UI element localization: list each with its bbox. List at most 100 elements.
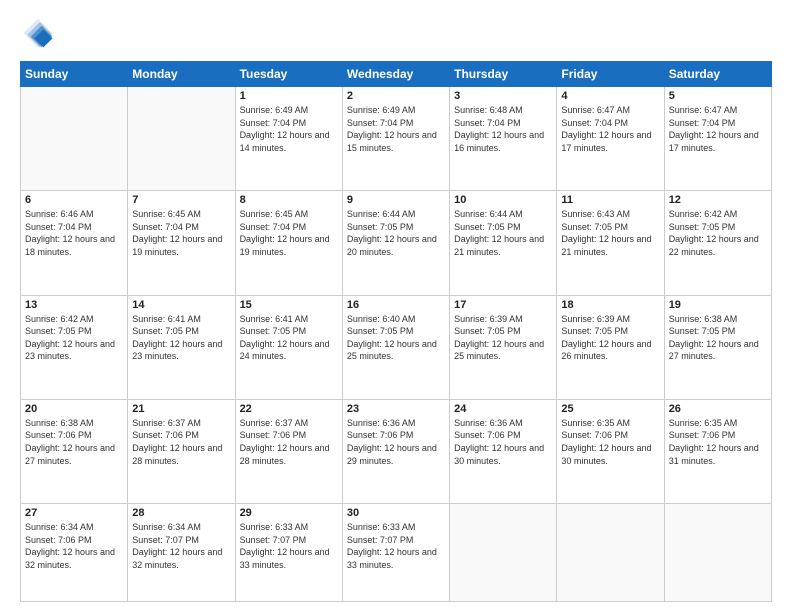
day-number: 28 (132, 507, 230, 519)
cell-details: Sunrise: 6:42 AM Sunset: 7:05 PM Dayligh… (25, 313, 123, 363)
calendar-week-1: 1 Sunrise: 6:49 AM Sunset: 7:04 PM Daylig… (21, 87, 772, 191)
calendar-cell: 3Sunrise: 6:48 AM Sunset: 7:04 PM Daylig… (450, 87, 557, 191)
calendar-cell: 28 Sunrise: 6:34 AM Sunset: 7:07 PM Dayli… (128, 504, 235, 602)
day-number: 9 (347, 194, 445, 206)
page: SundayMondayTuesdayWednesdayThursdayFrid… (0, 0, 792, 612)
cell-details: Sunrise: 6:41 AM Sunset: 7:05 PM Dayligh… (240, 313, 338, 363)
day-number: 25 (561, 403, 659, 415)
calendar-cell: 9 Sunrise: 6:44 AM Sunset: 7:05 PM Daylig… (342, 191, 449, 295)
day-number: 17 (454, 299, 552, 311)
day-number: 4 (561, 90, 659, 102)
calendar-week-4: 20 Sunrise: 6:38 AM Sunset: 7:06 PM Dayli… (21, 399, 772, 503)
cell-details: Sunrise: 6:39 AM Sunset: 7:05 PM Dayligh… (561, 313, 659, 363)
cell-details: Sunrise: 6:35 AM Sunset: 7:06 PM Dayligh… (669, 417, 767, 467)
cell-details: Sunrise: 6:36 AM Sunset: 7:06 PM Dayligh… (454, 417, 552, 467)
calendar-cell (450, 504, 557, 602)
cell-details: Sunrise: 6:44 AM Sunset: 7:05 PM Dayligh… (454, 208, 552, 258)
calendar-cell: 1 Sunrise: 6:49 AM Sunset: 7:04 PM Daylig… (235, 87, 342, 191)
cell-details: Sunrise: 6:43 AM Sunset: 7:05 PM Dayligh… (561, 208, 659, 258)
calendar-cell: 23 Sunrise: 6:36 AM Sunset: 7:06 PM Dayli… (342, 399, 449, 503)
logo (20, 15, 60, 51)
day-number: 19 (669, 299, 767, 311)
weekday-header-row: SundayMondayTuesdayWednesdayThursdayFrid… (21, 62, 772, 87)
calendar-table: SundayMondayTuesdayWednesdayThursdayFrid… (20, 61, 772, 602)
cell-details: Sunrise: 6:49 AM Sunset: 7:04 PM Dayligh… (240, 104, 338, 154)
cell-details: Sunrise: 6:37 AM Sunset: 7:06 PM Dayligh… (132, 417, 230, 467)
calendar-week-5: 27Sunrise: 6:34 AM Sunset: 7:06 PM Dayli… (21, 504, 772, 602)
calendar-cell (21, 87, 128, 191)
day-number: 23 (347, 403, 445, 415)
cell-details: Sunrise: 6:37 AM Sunset: 7:06 PM Dayligh… (240, 417, 338, 467)
cell-details: Sunrise: 6:46 AM Sunset: 7:04 PM Dayligh… (25, 208, 123, 258)
calendar-cell (557, 504, 664, 602)
calendar-cell: 26 Sunrise: 6:35 AM Sunset: 7:06 PM Dayli… (664, 399, 771, 503)
calendar-cell (664, 504, 771, 602)
day-number: 20 (25, 403, 123, 415)
calendar-cell: 18Sunrise: 6:39 AM Sunset: 7:05 PM Dayli… (557, 295, 664, 399)
cell-details: Sunrise: 6:41 AM Sunset: 7:05 PM Dayligh… (132, 313, 230, 363)
day-number: 5 (669, 90, 767, 102)
day-number: 30 (347, 507, 445, 519)
cell-details: Sunrise: 6:39 AM Sunset: 7:05 PM Dayligh… (454, 313, 552, 363)
calendar-cell: 2Sunrise: 6:49 AM Sunset: 7:04 PM Daylig… (342, 87, 449, 191)
calendar-body: 1 Sunrise: 6:49 AM Sunset: 7:04 PM Daylig… (21, 87, 772, 602)
day-number: 22 (240, 403, 338, 415)
calendar-cell: 10 Sunrise: 6:44 AM Sunset: 7:05 PM Dayli… (450, 191, 557, 295)
day-number: 14 (132, 299, 230, 311)
day-number: 2 (347, 90, 445, 102)
calendar-cell: 7Sunrise: 6:45 AM Sunset: 7:04 PM Daylig… (128, 191, 235, 295)
calendar-cell: 12 Sunrise: 6:42 AM Sunset: 7:05 PM Dayli… (664, 191, 771, 295)
cell-details: Sunrise: 6:34 AM Sunset: 7:07 PM Dayligh… (132, 521, 230, 571)
cell-details: Sunrise: 6:40 AM Sunset: 7:05 PM Dayligh… (347, 313, 445, 363)
cell-details: Sunrise: 6:36 AM Sunset: 7:06 PM Dayligh… (347, 417, 445, 467)
calendar-cell: 16 Sunrise: 6:40 AM Sunset: 7:05 PM Dayli… (342, 295, 449, 399)
cell-details: Sunrise: 6:42 AM Sunset: 7:05 PM Dayligh… (669, 208, 767, 258)
day-number: 29 (240, 507, 338, 519)
calendar-cell: 13 Sunrise: 6:42 AM Sunset: 7:05 PM Dayli… (21, 295, 128, 399)
cell-details: Sunrise: 6:44 AM Sunset: 7:05 PM Dayligh… (347, 208, 445, 258)
day-number: 13 (25, 299, 123, 311)
cell-details: Sunrise: 6:33 AM Sunset: 7:07 PM Dayligh… (240, 521, 338, 571)
calendar-cell: 22 Sunrise: 6:37 AM Sunset: 7:06 PM Dayli… (235, 399, 342, 503)
day-number: 8 (240, 194, 338, 206)
day-number: 12 (669, 194, 767, 206)
calendar-cell: 15 Sunrise: 6:41 AM Sunset: 7:05 PM Dayli… (235, 295, 342, 399)
calendar-cell: 21 Sunrise: 6:37 AM Sunset: 7:06 PM Dayli… (128, 399, 235, 503)
day-number: 6 (25, 194, 123, 206)
calendar-cell: 11 Sunrise: 6:43 AM Sunset: 7:05 PM Dayli… (557, 191, 664, 295)
day-number: 11 (561, 194, 659, 206)
calendar-cell: 6 Sunrise: 6:46 AM Sunset: 7:04 PM Daylig… (21, 191, 128, 295)
calendar-cell: 4 Sunrise: 6:47 AM Sunset: 7:04 PM Daylig… (557, 87, 664, 191)
cell-details: Sunrise: 6:33 AM Sunset: 7:07 PM Dayligh… (347, 521, 445, 571)
weekday-header-thursday: Thursday (450, 62, 557, 87)
day-number: 24 (454, 403, 552, 415)
day-number: 15 (240, 299, 338, 311)
calendar-cell: 19Sunrise: 6:38 AM Sunset: 7:05 PM Dayli… (664, 295, 771, 399)
cell-details: Sunrise: 6:34 AM Sunset: 7:06 PM Dayligh… (25, 521, 123, 571)
cell-details: Sunrise: 6:38 AM Sunset: 7:06 PM Dayligh… (25, 417, 123, 467)
calendar-cell: 25 Sunrise: 6:35 AM Sunset: 7:06 PM Dayli… (557, 399, 664, 503)
calendar-cell: 14 Sunrise: 6:41 AM Sunset: 7:05 PM Dayli… (128, 295, 235, 399)
day-number: 1 (240, 90, 338, 102)
calendar-cell: 5 Sunrise: 6:47 AM Sunset: 7:04 PM Daylig… (664, 87, 771, 191)
cell-details: Sunrise: 6:47 AM Sunset: 7:04 PM Dayligh… (669, 104, 767, 154)
day-number: 10 (454, 194, 552, 206)
calendar-week-3: 13 Sunrise: 6:42 AM Sunset: 7:05 PM Dayli… (21, 295, 772, 399)
weekday-header-wednesday: Wednesday (342, 62, 449, 87)
day-number: 26 (669, 403, 767, 415)
day-number: 21 (132, 403, 230, 415)
calendar-cell: 24 Sunrise: 6:36 AM Sunset: 7:06 PM Dayli… (450, 399, 557, 503)
cell-details: Sunrise: 6:45 AM Sunset: 7:04 PM Dayligh… (240, 208, 338, 258)
cell-details: Sunrise: 6:47 AM Sunset: 7:04 PM Dayligh… (561, 104, 659, 154)
weekday-header-tuesday: Tuesday (235, 62, 342, 87)
weekday-header-friday: Friday (557, 62, 664, 87)
calendar-week-2: 6 Sunrise: 6:46 AM Sunset: 7:04 PM Daylig… (21, 191, 772, 295)
calendar-cell (128, 87, 235, 191)
weekday-header-sunday: Sunday (21, 62, 128, 87)
weekday-header-monday: Monday (128, 62, 235, 87)
cell-details: Sunrise: 6:35 AM Sunset: 7:06 PM Dayligh… (561, 417, 659, 467)
calendar-cell: 29 Sunrise: 6:33 AM Sunset: 7:07 PM Dayli… (235, 504, 342, 602)
calendar-cell: 17 Sunrise: 6:39 AM Sunset: 7:05 PM Dayli… (450, 295, 557, 399)
logo-icon (20, 15, 56, 51)
day-number: 16 (347, 299, 445, 311)
